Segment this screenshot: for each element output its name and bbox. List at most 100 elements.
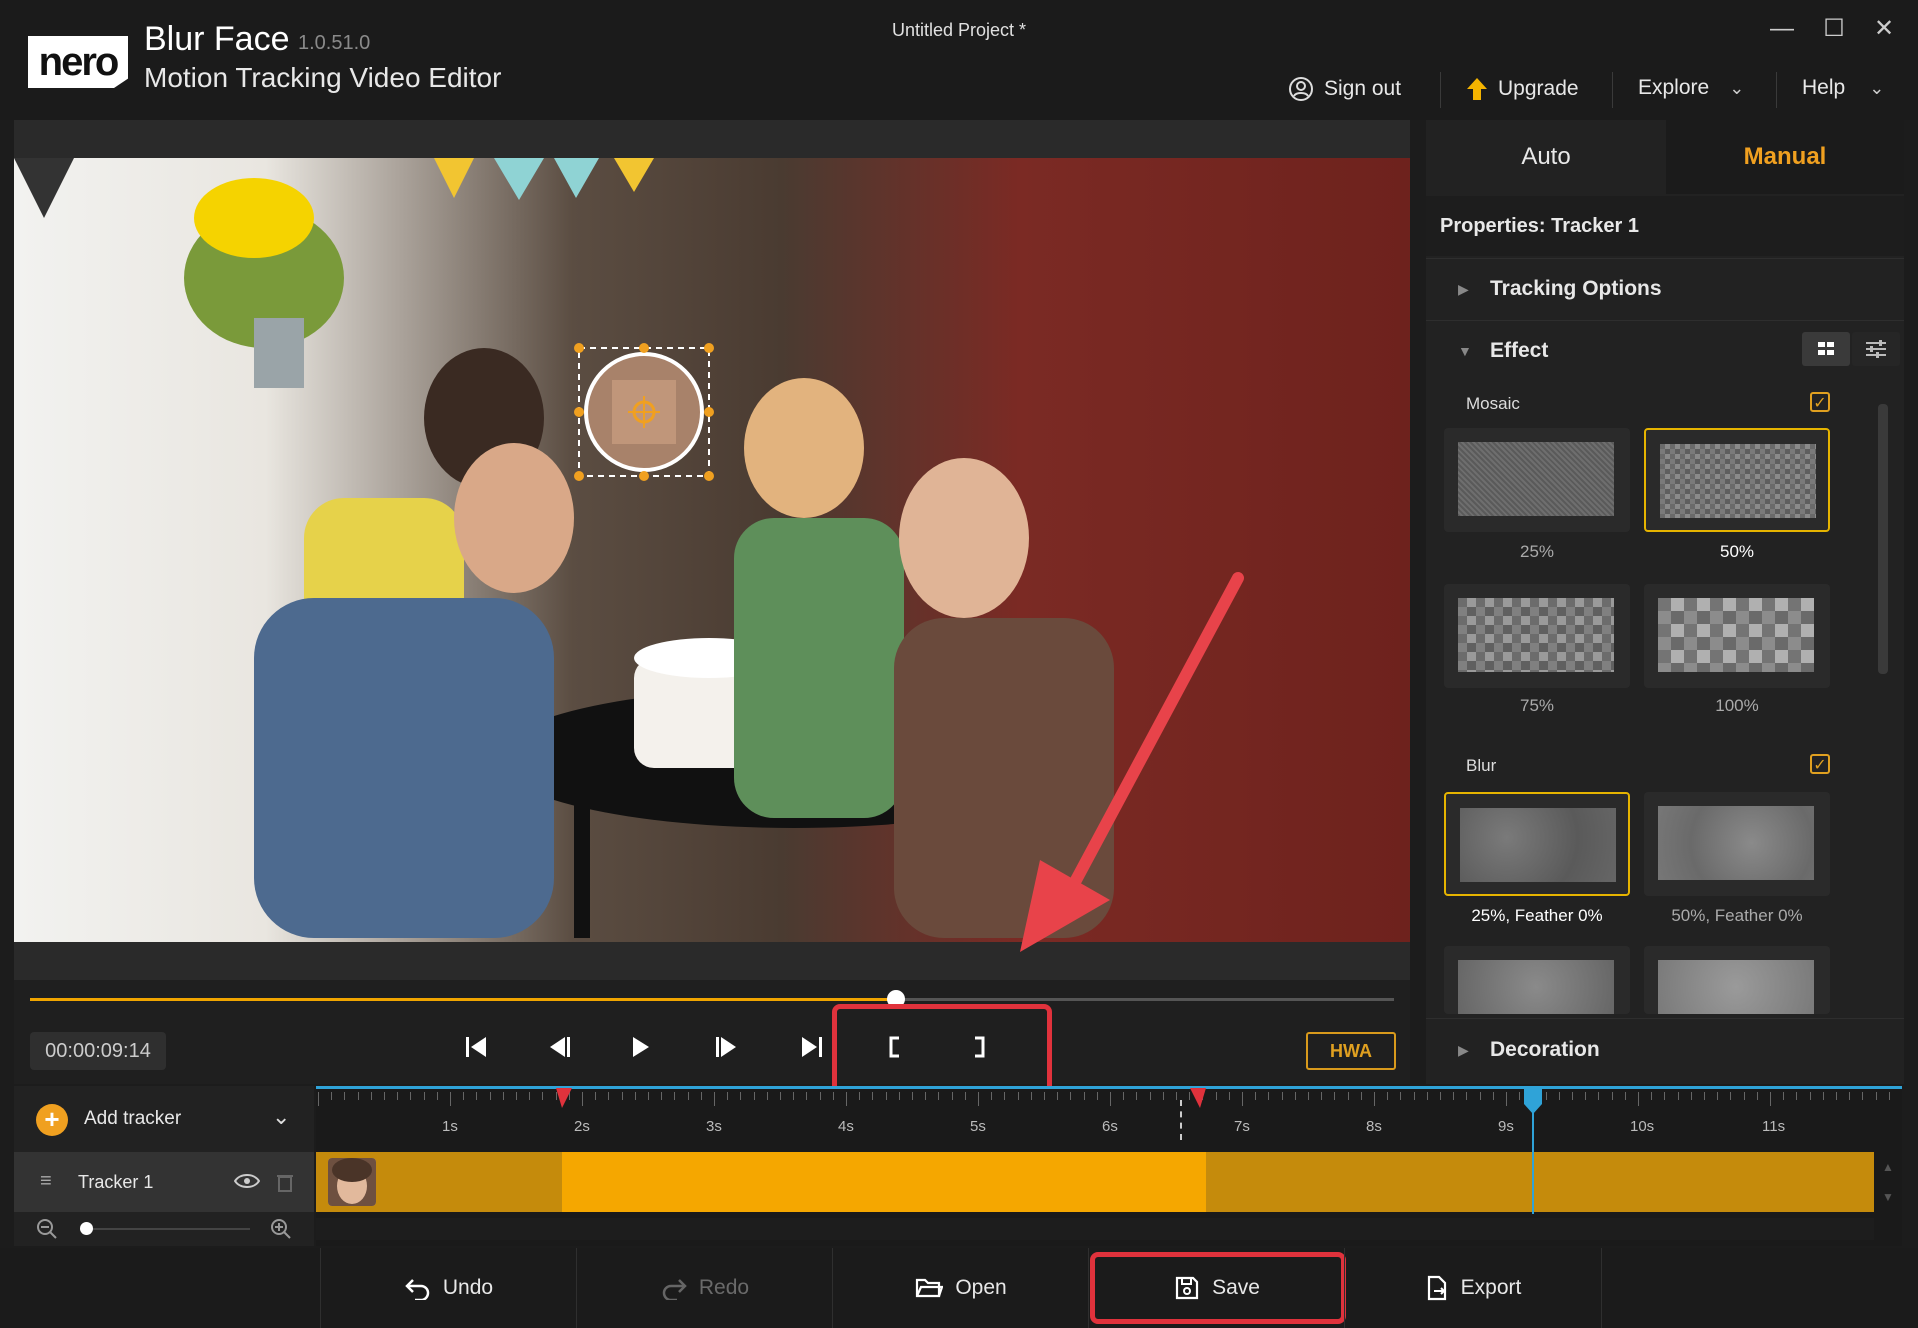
help-menu[interactable]: Help ⌄ <box>1802 76 1884 100</box>
tab-manual[interactable]: Manual <box>1666 120 1904 194</box>
mosaic-option-75[interactable] <box>1444 584 1630 688</box>
mosaic-checkbox[interactable]: ✓ <box>1810 392 1830 412</box>
ruler-tick <box>384 1092 385 1100</box>
open-button[interactable]: Open <box>832 1248 1089 1328</box>
zoom-slider-thumb[interactable] <box>80 1222 93 1235</box>
section-tracking-options[interactable]: ▶ Tracking Options <box>1426 258 1904 318</box>
scrollbar-thumb[interactable] <box>1878 404 1888 674</box>
mosaic-option-25[interactable] <box>1444 428 1630 532</box>
mosaic-100-preview <box>1658 598 1814 672</box>
zoom-out-icon[interactable] <box>36 1218 58 1245</box>
ruler-tick <box>1888 1092 1890 1100</box>
ruler-tick <box>753 1092 755 1100</box>
add-tracker-label[interactable]: Add tracker <box>84 1108 181 1130</box>
effects-scrollbar[interactable] <box>1874 384 1892 1014</box>
ruler-tick <box>1321 1092 1323 1100</box>
out-marker-icon[interactable] <box>1190 1088 1206 1108</box>
ruler-label: 9s <box>1498 1118 1514 1135</box>
ruler-tick <box>1453 1092 1455 1100</box>
export-label: Export <box>1460 1276 1522 1299</box>
mosaic-option-50[interactable] <box>1644 428 1830 532</box>
nero-logo: nero <box>28 36 128 88</box>
properties-title: Properties: Tracker 1 <box>1426 196 1904 256</box>
ruler-label: 3s <box>706 1118 722 1135</box>
chevron-down-icon: ⌄ <box>1869 77 1885 98</box>
chevron-down-icon[interactable]: ⌄ <box>272 1104 290 1130</box>
export-button[interactable]: Export <box>1344 1248 1602 1328</box>
ruler-tick <box>1849 1092 1851 1100</box>
upgrade-button[interactable]: Upgrade <box>1466 76 1579 102</box>
ruler-tick <box>1506 1092 1507 1106</box>
blur-checkbox[interactable]: ✓ <box>1810 754 1830 774</box>
grid-view-button[interactable] <box>1802 332 1850 366</box>
blur-option-more[interactable] <box>1444 946 1630 1014</box>
ruler-tick <box>912 1092 913 1100</box>
blur-option-more[interactable] <box>1644 946 1830 1014</box>
skip-to-end-button[interactable] <box>792 1032 832 1070</box>
adjust-view-button[interactable] <box>1852 332 1900 366</box>
close-button[interactable]: ✕ <box>1866 14 1902 44</box>
ruler-tick <box>1862 1092 1864 1100</box>
ruler-tick <box>1228 1092 1230 1100</box>
drag-handle-icon[interactable]: ≡ <box>40 1170 52 1193</box>
in-marker-icon[interactable] <box>556 1088 572 1108</box>
timeline-ruler-line <box>316 1086 1902 1089</box>
ruler-label: 6s <box>1102 1118 1118 1135</box>
timeline-horizontal-scrollbar[interactable] <box>316 1218 1874 1240</box>
sign-out-button[interactable]: Sign out <box>1288 76 1401 102</box>
zoom-in-icon[interactable] <box>270 1218 292 1245</box>
minimize-button[interactable]: — <box>1764 14 1800 44</box>
ruler-tick <box>1070 1092 1072 1100</box>
play-button[interactable] <box>620 1032 660 1070</box>
ruler-tick <box>1704 1092 1705 1100</box>
track-scroll-arrows[interactable]: ▲ ▼ <box>1878 1152 1898 1212</box>
ruler-tick <box>1426 1092 1428 1100</box>
ruler-tick <box>1334 1092 1336 1100</box>
ruler-tick <box>991 1092 993 1100</box>
tracker-row[interactable] <box>14 1152 314 1212</box>
playhead-handle-icon[interactable] <box>1524 1088 1542 1114</box>
previous-frame-button[interactable] <box>540 1032 580 1070</box>
undo-button[interactable]: Undo <box>320 1248 577 1328</box>
blur-option-25[interactable] <box>1444 792 1630 896</box>
title-bar <box>0 0 1918 120</box>
help-label: Help <box>1802 76 1846 99</box>
maximize-button[interactable]: ☐ <box>1816 14 1852 44</box>
ruler-tick <box>450 1092 451 1106</box>
ruler-tick <box>1690 1092 1692 1100</box>
ruler-tick <box>1598 1092 1600 1100</box>
visibility-toggle[interactable] <box>233 1172 261 1195</box>
mosaic-option-100[interactable] <box>1644 584 1830 688</box>
blur-option-50[interactable] <box>1644 792 1830 896</box>
ruler-tick <box>1123 1092 1125 1100</box>
section-decoration[interactable]: ▶ Decoration <box>1426 1018 1904 1084</box>
skip-to-start-button[interactable] <box>456 1032 496 1070</box>
ruler-tick <box>1770 1092 1771 1106</box>
blur-label: Blur <box>1466 756 1497 775</box>
delete-tracker-button[interactable] <box>276 1172 294 1197</box>
ruler-tick <box>978 1092 979 1106</box>
chevron-right-icon: ▶ <box>1458 281 1469 297</box>
hwa-button[interactable]: HWA <box>1306 1032 1396 1070</box>
zoom-slider[interactable] <box>80 1228 250 1230</box>
tab-auto[interactable]: Auto <box>1426 120 1666 194</box>
ruler-tick <box>885 1092 887 1100</box>
explore-menu[interactable]: Explore ⌄ <box>1638 76 1744 100</box>
next-frame-button[interactable] <box>706 1032 746 1070</box>
blur-option-label: 25%, Feather 0% <box>1471 906 1603 925</box>
ruler-label: 2s <box>574 1118 590 1135</box>
redo-button[interactable]: Redo <box>576 1248 833 1328</box>
ruler-label: 8s <box>1366 1118 1382 1135</box>
chevron-down-icon: ⌄ <box>1729 77 1745 98</box>
ruler-tick <box>1096 1092 1098 1100</box>
out-marker-line <box>1180 1100 1182 1140</box>
add-tracker-icon[interactable]: + <box>36 1104 68 1136</box>
ruler-tick <box>582 1092 583 1106</box>
tracker-active-range[interactable] <box>562 1152 1206 1212</box>
tracker-name: Tracker 1 <box>78 1172 154 1192</box>
blur-option-label: 50%, Feather 0% <box>1671 906 1803 925</box>
ruler-tick <box>780 1092 781 1100</box>
ruler-tick <box>1110 1092 1111 1106</box>
blur-50-preview <box>1658 806 1814 880</box>
ruler-tick <box>489 1092 491 1100</box>
